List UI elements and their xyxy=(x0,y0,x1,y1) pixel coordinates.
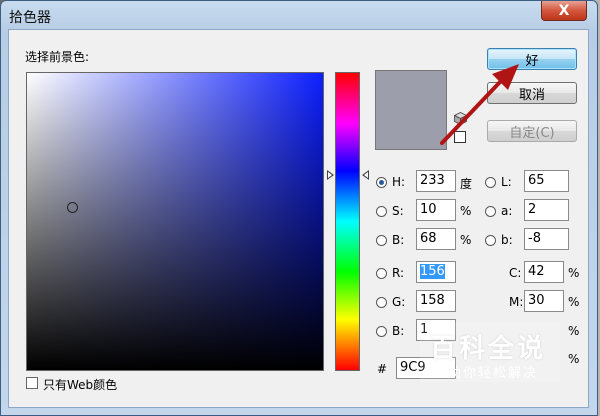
cyan-unit: % xyxy=(568,266,580,280)
radio-brightness[interactable] xyxy=(376,235,387,246)
title-bar[interactable]: 拾色器 X xyxy=(1,1,597,29)
watermark-tagline: 助你轻松解决 xyxy=(448,366,539,381)
radio-lab-b[interactable] xyxy=(485,235,496,246)
radio-green[interactable] xyxy=(376,297,387,308)
red-label: R: xyxy=(392,266,405,280)
blue-label: B: xyxy=(392,324,405,338)
hue-slider-left-arrow-icon[interactable] xyxy=(327,170,334,180)
web-safe-color-square-icon[interactable] xyxy=(454,131,466,143)
current-color-swatch xyxy=(375,70,447,150)
color-field[interactable] xyxy=(26,72,324,371)
green-label: G: xyxy=(392,295,406,309)
brightness-input[interactable]: 68 xyxy=(416,228,456,250)
lab-b-input[interactable]: -8 xyxy=(524,228,569,250)
web-colors-only-checkbox[interactable] xyxy=(26,377,38,389)
radio-saturation[interactable] xyxy=(376,206,387,217)
gamut-cube-icon[interactable] xyxy=(454,112,467,125)
lab-l-input[interactable]: 65 xyxy=(524,170,569,192)
radio-blue[interactable] xyxy=(376,326,387,337)
lab-a-label: a: xyxy=(501,204,513,218)
hue-label: H: xyxy=(392,175,406,189)
magenta-label: M: xyxy=(509,295,524,309)
close-icon: X xyxy=(558,2,570,19)
ok-button[interactable]: 好 xyxy=(487,48,577,70)
saturation-unit: % xyxy=(460,204,472,218)
dialog-title: 拾色器 xyxy=(9,10,51,26)
radio-lab-l[interactable] xyxy=(485,177,496,188)
black-unit: % xyxy=(568,352,580,366)
red-input[interactable]: 156 xyxy=(416,261,456,283)
brightness-label: B: xyxy=(392,233,405,247)
color-field-cursor[interactable] xyxy=(67,202,78,213)
hue-input[interactable]: 233 xyxy=(416,170,456,192)
saturation-label: S: xyxy=(392,204,404,218)
lab-a-input[interactable]: 2 xyxy=(524,199,569,221)
custom-button[interactable]: 自定(C) xyxy=(487,120,577,142)
green-input[interactable]: 158 xyxy=(416,290,456,312)
foreground-label: 选择前景色: xyxy=(25,50,90,64)
cyan-input[interactable]: 42 xyxy=(524,261,564,283)
radio-red[interactable] xyxy=(376,268,387,279)
hue-unit: 度 xyxy=(460,177,473,191)
saturation-input[interactable]: 10 xyxy=(416,199,456,221)
lab-b-label: b: xyxy=(501,233,513,247)
cyan-label: C: xyxy=(509,266,522,280)
hue-slider-right-arrow-icon[interactable] xyxy=(362,170,369,180)
lab-l-label: L: xyxy=(501,175,512,189)
web-colors-only-label: 只有Web颜色 xyxy=(43,378,118,392)
yellow-unit: % xyxy=(568,324,580,338)
brightness-unit: % xyxy=(460,233,472,247)
radio-lab-a[interactable] xyxy=(485,206,496,217)
hue-slider[interactable] xyxy=(335,72,360,371)
magenta-unit: % xyxy=(568,295,580,309)
magenta-input[interactable]: 30 xyxy=(524,290,564,312)
close-button[interactable]: X xyxy=(541,1,587,21)
cancel-button[interactable]: 取消 xyxy=(487,82,577,104)
hex-label: # xyxy=(377,362,388,376)
radio-hue[interactable] xyxy=(376,177,387,188)
watermark-logo: 百科全说 xyxy=(430,334,547,364)
